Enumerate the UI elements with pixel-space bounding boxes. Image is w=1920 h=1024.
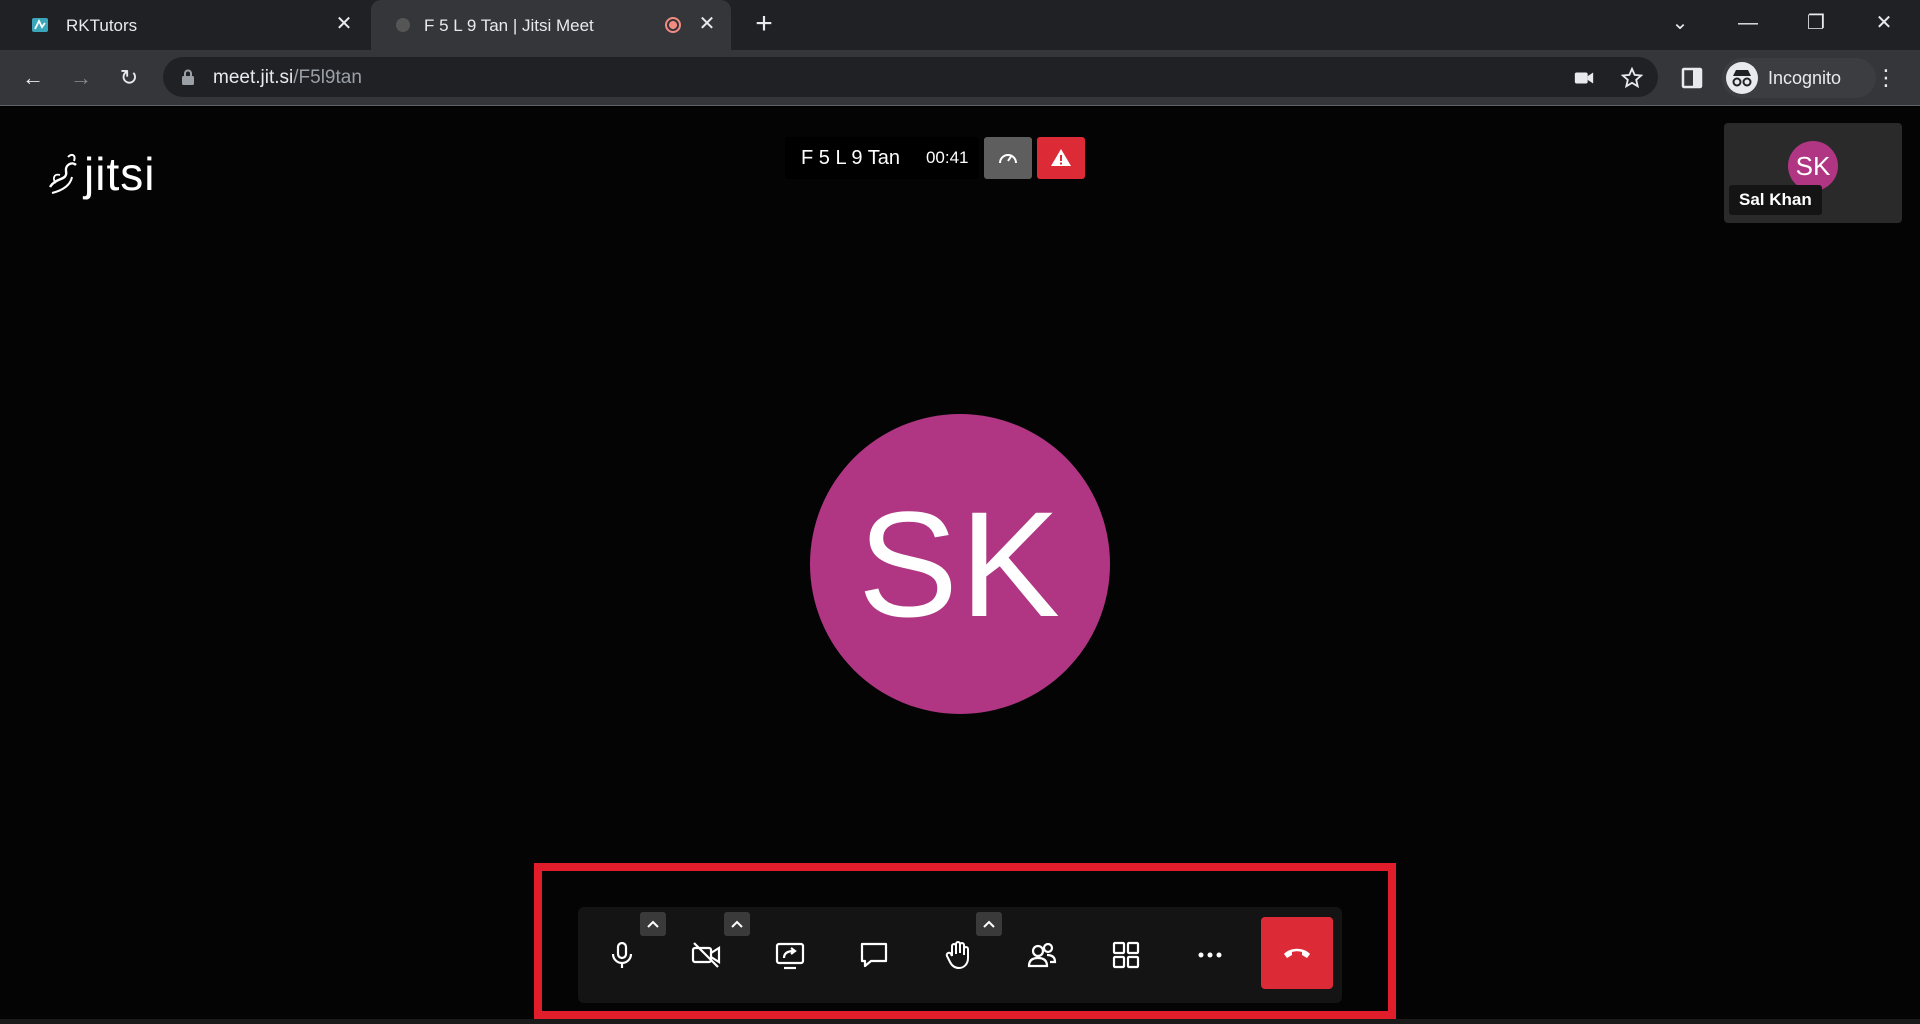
lock-icon: [182, 69, 194, 85]
minimize-button[interactable]: —: [1728, 8, 1768, 38]
camera-off-icon: [691, 942, 721, 968]
video-settings-caret[interactable]: [724, 912, 750, 936]
tab-rktutors[interactable]: RKTutors ✕: [0, 0, 368, 50]
warning-icon: [1050, 149, 1071, 166]
participants-icon: [1027, 942, 1057, 968]
meeting-toolbar: [578, 907, 1342, 1003]
e2ee-warning-button[interactable]: [1036, 137, 1085, 179]
meeting-subject: F 5 L 9 Tan: [785, 137, 916, 179]
chat-icon: [860, 942, 888, 968]
meeting-subject-bar: F 5 L 9 Tan 00:41: [785, 137, 1085, 179]
new-tab-button[interactable]: +: [749, 9, 779, 40]
share-screen-icon: [775, 942, 805, 970]
reload-button[interactable]: ↻: [114, 63, 144, 93]
forward-button[interactable]: →: [66, 63, 96, 93]
jitsi-logo-text: jitsi: [84, 148, 156, 200]
rktutors-favicon-icon: [32, 18, 48, 32]
close-tab-icon[interactable]: ✕: [334, 14, 354, 34]
chat-button[interactable]: [838, 919, 910, 991]
hang-up-phone-icon: [1284, 948, 1310, 958]
incognito-icon: [1726, 62, 1758, 94]
incognito-profile-button[interactable]: Incognito: [1722, 58, 1876, 98]
taskbar-edge: [0, 1019, 1920, 1024]
tab-title: F 5 L 9 Tan | Jitsi Meet: [424, 16, 594, 35]
url-text: meet.jit.si/F5l9tan: [213, 67, 362, 89]
tile-view-button[interactable]: [1090, 919, 1162, 991]
camera-in-use-icon[interactable]: [1573, 67, 1595, 89]
chevron-up-icon: [983, 920, 995, 928]
tab-search-icon[interactable]: ⌄: [1660, 8, 1700, 38]
meeting-stage: jitsi F 5 L 9 Tan 00:41 SK Sal Khan SK: [0, 107, 1920, 1024]
participant-thumbnail[interactable]: SK Sal Khan: [1724, 123, 1902, 223]
browser-menu-icon[interactable]: ⋮: [1874, 63, 1898, 93]
chevron-up-icon: [731, 920, 743, 928]
share-screen-button[interactable]: [754, 919, 826, 991]
incognito-label: Incognito: [1768, 68, 1842, 88]
meeting-timer: 00:41: [915, 137, 979, 179]
url-path: /F5l9tan: [293, 67, 362, 88]
close-tab-icon[interactable]: ✕: [697, 14, 717, 34]
browser-tab-bar: RKTutors ✕ F 5 L 9 Tan | Jitsi Meet ✕ + …: [0, 0, 1920, 50]
tab-jitsi-meet[interactable]: F 5 L 9 Tan | Jitsi Meet ✕: [371, 0, 731, 50]
audio-settings-caret[interactable]: [640, 912, 666, 936]
back-button[interactable]: ←: [18, 63, 48, 93]
more-actions-button[interactable]: [1174, 919, 1246, 991]
raise-hand-icon: [945, 941, 969, 969]
hang-up-button[interactable]: [1261, 917, 1333, 989]
close-window-button[interactable]: ✕: [1864, 8, 1904, 38]
restore-button[interactable]: ❐: [1796, 8, 1836, 38]
url-host: meet.jit.si: [213, 67, 294, 88]
microphone-icon: [611, 941, 633, 968]
jitsi-logo[interactable]: jitsi: [46, 147, 155, 197]
jitsi-logo-icon: [48, 153, 77, 194]
tile-view-icon: [1112, 941, 1140, 969]
chevron-up-icon: [647, 920, 659, 928]
jitsi-favicon-icon: [396, 18, 410, 32]
connection-quality-button[interactable]: [983, 137, 1032, 179]
participant-avatar: SK: [1788, 141, 1838, 191]
side-panel-icon[interactable]: [1680, 66, 1704, 90]
more-dots-icon: [1198, 952, 1222, 958]
speedometer-icon: [998, 154, 1017, 164]
tab-title: RKTutors: [66, 16, 138, 35]
address-bar[interactable]: meet.jit.si/F5l9tan: [163, 57, 1658, 97]
browser-toolbar: ← → ↻ meet.jit.si/F5l9tan Incognito ⋮: [0, 50, 1920, 106]
reactions-caret[interactable]: [976, 912, 1002, 936]
participants-button[interactable]: [1006, 919, 1078, 991]
large-video-avatar: SK: [810, 414, 1110, 714]
recording-indicator-icon: [665, 17, 681, 33]
participant-name: Sal Khan: [1729, 185, 1822, 215]
bookmark-star-icon[interactable]: [1621, 67, 1643, 89]
